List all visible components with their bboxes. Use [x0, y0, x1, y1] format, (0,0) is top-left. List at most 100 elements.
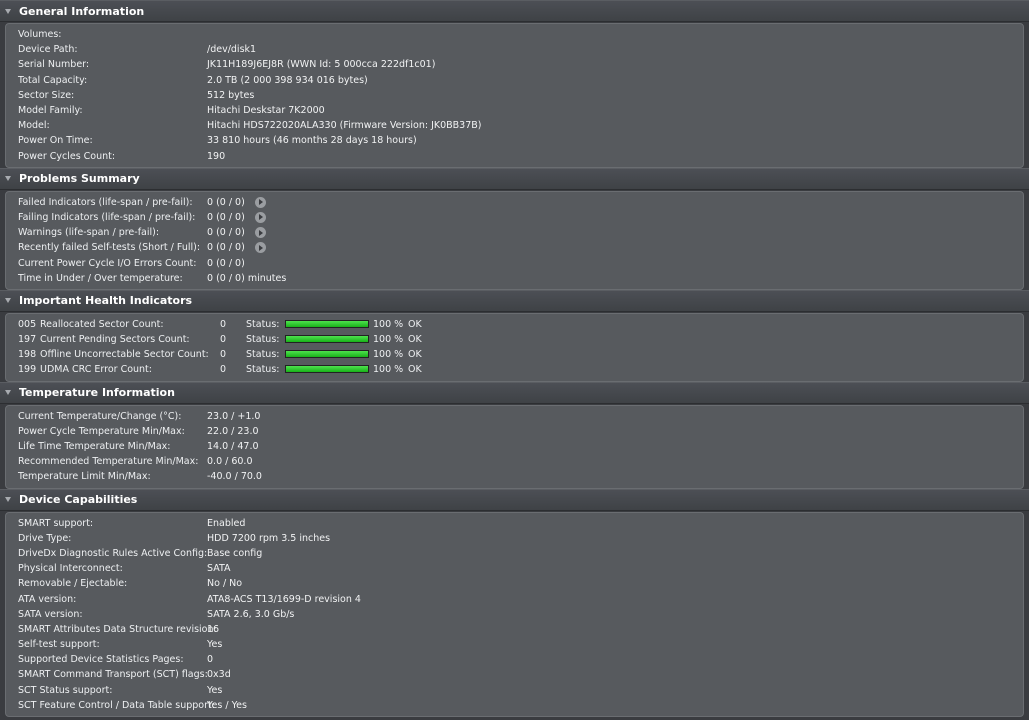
info-label: Failed Indicators (life-span / pre-fail)… [18, 196, 193, 208]
disclosure-triangle-icon[interactable] [5, 497, 11, 502]
health-progress-bar [285, 335, 369, 343]
info-label: Serial Number: [18, 59, 90, 71]
indicator-label: Offline Uncorrectable Sector Count: [40, 349, 209, 361]
indicator-code: 005 [18, 318, 37, 330]
section-header-general[interactable]: General Information [0, 0, 1029, 22]
info-row: Self-test support: Yes [6, 637, 1023, 652]
section-header-temperature[interactable]: Temperature Information [0, 381, 1029, 404]
health-progress-bar [285, 365, 369, 374]
info-row: Current Temperature/Change (°C): 23.0 / +… [6, 409, 1023, 424]
info-label: DriveDx Diagnostic Rules Active Config: [18, 547, 208, 559]
info-label: Drive Type: [18, 532, 72, 544]
info-value: SATA [207, 563, 231, 575]
info-row: Warnings (life-span / pre-fail): 0 (0 / 0… [6, 225, 1023, 240]
info-value: 0 [207, 654, 214, 666]
info-value: 0 (0 / 0) [207, 227, 245, 239]
indicator-code: 199 [18, 364, 37, 376]
section-header-health[interactable]: Important Health Indicators [0, 289, 1029, 312]
info-value: 33 810 hours (46 months 28 days 18 hours… [207, 135, 417, 147]
info-value: 0.0 / 60.0 [207, 456, 253, 468]
info-value: JK11H189J6EJ8R (WWN Id: 5 000cca 222df1c… [207, 59, 436, 71]
info-label: Power Cycle Temperature Min/Max: [18, 425, 185, 437]
info-value: 0 (0 / 0) [207, 257, 245, 269]
info-row: Supported Device Statistics Pages: 0 [6, 652, 1023, 667]
indicator-code: 198 [18, 349, 37, 361]
info-label: Current Temperature/Change (°C): [18, 410, 182, 422]
info-value: 14.0 / 47.0 [207, 441, 259, 453]
details-arrow-icon[interactable] [254, 196, 266, 208]
info-row: ATA version: ATA8-ACS T13/1699-D revision… [6, 591, 1023, 606]
info-label: SMART Command Transport (SCT) flags: [18, 669, 208, 681]
info-row: Power Cycles Count: 190 [6, 149, 1023, 164]
section-header-capabilities[interactable]: Device Capabilities [0, 488, 1029, 511]
info-value: 2.0 TB (2 000 398 934 016 bytes) [207, 74, 368, 86]
info-value: 512 bytes [207, 89, 255, 101]
disclosure-triangle-icon[interactable] [5, 390, 11, 396]
info-row: Recommended Temperature Min/Max: 0.0 / 60… [6, 454, 1023, 469]
section-title: General Information [19, 4, 145, 18]
info-value: -40.0 / 70.0 [207, 471, 262, 483]
info-row: Device Path: /dev/disk1 [6, 42, 1023, 57]
info-label: SCT Status support: [18, 684, 113, 696]
health-progress-bar [285, 319, 369, 328]
indicator-status: OK [408, 318, 422, 330]
health-indicator-row: 199 UDMA CRC Error Count: 0 Status: 100 % OK [6, 362, 1023, 377]
disclosure-triangle-icon[interactable] [5, 8, 11, 14]
section-title: Device Capabilities [19, 493, 138, 506]
info-row: Model Family: Hitachi Deskstar 7K2000 [6, 103, 1023, 118]
indicator-percent: 100 % [373, 349, 404, 361]
info-label: SMART Attributes Data Structure revision… [18, 623, 217, 635]
info-row: Sector Size: 512 bytes [6, 88, 1023, 103]
section-title: Problems Summary [19, 172, 140, 186]
info-value: ATA8-ACS T13/1699-D revision 4 [207, 593, 361, 605]
info-value: 23.0 / +1.0 [207, 410, 261, 422]
info-label: SMART support: [18, 517, 94, 529]
disclosure-triangle-icon[interactable] [5, 298, 11, 304]
indicator-label: UDMA CRC Error Count: [40, 364, 152, 376]
info-row: Removable / Ejectable: No / No [6, 576, 1023, 591]
details-arrow-icon[interactable] [254, 227, 266, 239]
info-row: SMART Attributes Data Structure revision… [6, 622, 1023, 637]
info-value: 0 (0 / 0) [207, 211, 245, 223]
indicator-code: 197 [18, 334, 37, 346]
health-indicator-row: 198 Offline Uncorrectable Sector Count: 0 S… [6, 347, 1023, 362]
info-label: Recently failed Self-tests (Short / Full… [18, 242, 201, 254]
indicator-percent: 100 % [373, 334, 404, 346]
info-row: Failing Indicators (life-span / pre-fail… [6, 210, 1023, 225]
info-row: Recently failed Self-tests (Short / Full… [6, 240, 1023, 255]
info-row: SMART support: Enabled [6, 516, 1023, 531]
indicator-value: 0 [220, 349, 227, 361]
health-indicator-row: 197 Current Pending Sectors Count: 0 Status… [6, 332, 1023, 347]
info-value: HDD 7200 rpm 3.5 inches [207, 532, 331, 544]
info-label: SATA version: [18, 608, 83, 620]
info-row: Total Capacity: 2.0 TB (2 000 398 934 016… [6, 73, 1023, 88]
indicator-value: 0 [220, 318, 227, 330]
details-arrow-icon[interactable] [254, 242, 266, 254]
info-label: Device Path: [18, 44, 78, 56]
info-label: Time in Under / Over temperature: [18, 272, 183, 284]
info-value: /dev/disk1 [207, 44, 257, 56]
section-body-problems: Failed Indicators (life-span / pre-fail)… [5, 190, 1024, 290]
indicator-value: 0 [220, 364, 227, 376]
info-label: SCT Feature Control / Data Table support… [18, 699, 215, 711]
info-value: Enabled [207, 517, 246, 529]
info-label: Sector Size: [18, 89, 75, 101]
info-value: 190 [207, 150, 226, 162]
info-row: Life Time Temperature Min/Max: 14.0 / 47.… [6, 439, 1023, 454]
health-progress-fill [286, 351, 368, 358]
indicator-status-label: Status: [246, 318, 280, 330]
info-label: Failing Indicators (life-span / pre-fail… [18, 211, 196, 223]
section-header-problems[interactable]: Problems Summary [0, 167, 1029, 190]
indicator-percent: 100 % [373, 364, 404, 376]
indicator-value: 0 [220, 334, 227, 346]
health-progress-fill [286, 366, 368, 373]
info-label: Total Capacity: [18, 74, 88, 86]
info-value: SATA 2.6, 3.0 Gb/s [207, 608, 295, 620]
info-row: Model: Hitachi HDS722020ALA330 (Firmware … [6, 118, 1023, 133]
info-value: No / No [207, 578, 243, 590]
disclosure-triangle-icon[interactable] [5, 176, 11, 182]
info-value: Hitachi Deskstar 7K2000 [207, 105, 325, 117]
details-arrow-icon[interactable] [254, 211, 266, 223]
info-label: Warnings (life-span / pre-fail): [18, 227, 160, 239]
health-progress-fill [286, 336, 368, 342]
